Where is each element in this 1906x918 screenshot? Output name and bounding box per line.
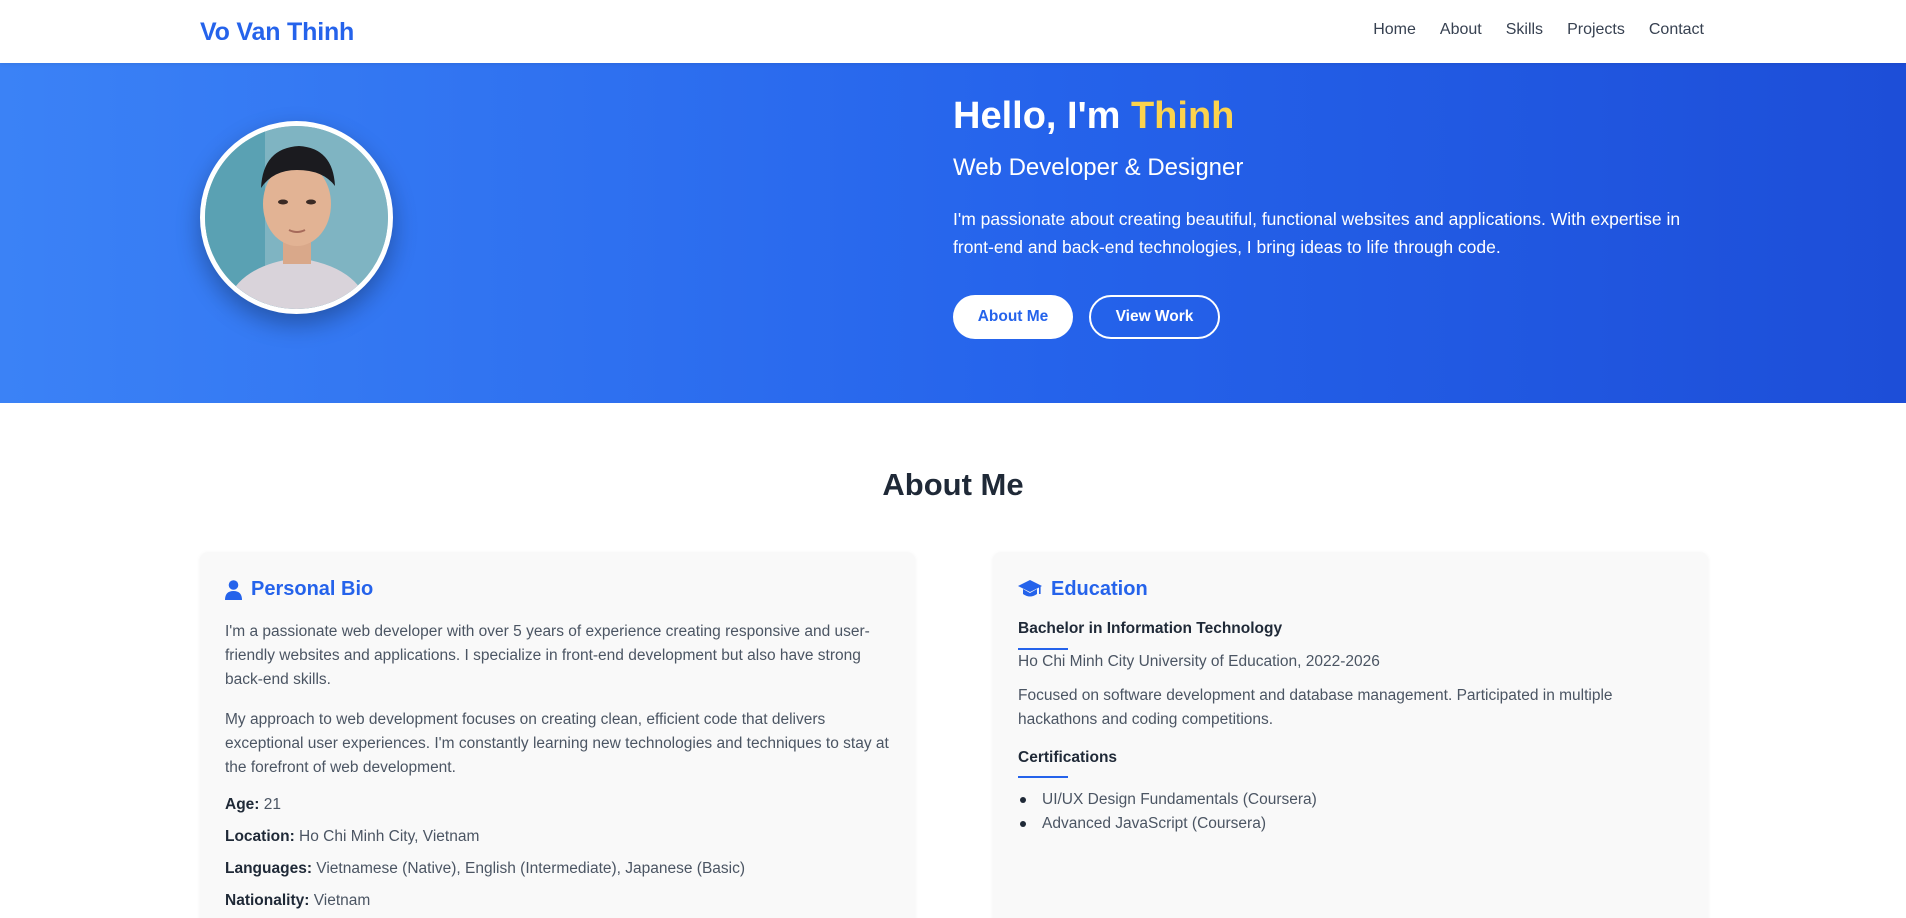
education-school: Ho Chi Minh City University of Education… bbox=[1018, 653, 1380, 670]
bio-paragraph-2: My approach to web development focuses o… bbox=[225, 711, 889, 776]
info-age-value: 21 bbox=[259, 796, 282, 813]
certification-item: UI/UX Design Fundamentals (Coursera) bbox=[1018, 788, 1317, 812]
personal-bio-card: Personal Bio I'm a passionate web develo… bbox=[200, 552, 915, 918]
personal-bio-title: Personal Bio bbox=[251, 578, 374, 600]
education-description: Focused on software development and data… bbox=[1018, 687, 1613, 728]
about-me-button[interactable]: About Me bbox=[953, 295, 1073, 339]
education-title: Education bbox=[1051, 578, 1148, 600]
graduation-cap-icon bbox=[1018, 580, 1042, 597]
avatar-illustration bbox=[205, 126, 388, 309]
bio-paragraph-1: I'm a passionate web developer with over… bbox=[225, 623, 870, 688]
certifications-underline bbox=[1018, 776, 1068, 778]
info-nationality-label: Nationality: bbox=[225, 892, 310, 909]
info-age-label: Age: bbox=[225, 796, 260, 813]
degree-underline bbox=[1018, 648, 1068, 650]
nav-link-home[interactable]: Home bbox=[1373, 21, 1416, 39]
info-location-label: Location: bbox=[225, 828, 295, 845]
bullet-icon bbox=[1020, 821, 1026, 827]
info-location: Location: Ho Chi Minh City, Vietnam bbox=[225, 828, 479, 846]
info-languages-label: Languages: bbox=[225, 860, 312, 877]
nav-link-contact[interactable]: Contact bbox=[1649, 21, 1704, 39]
brand-logo[interactable]: Vo Van Thinh bbox=[200, 18, 354, 47]
hero-subtitle: Web Developer & Designer bbox=[953, 154, 1244, 181]
certification-label: UI/UX Design Fundamentals (Coursera) bbox=[1042, 791, 1317, 808]
certification-item: Advanced JavaScript (Coursera) bbox=[1018, 812, 1317, 836]
personal-bio-heading: Personal Bio bbox=[225, 578, 373, 601]
hero-section: Hello, I'm Thinh Web Developer & Designe… bbox=[0, 63, 1906, 403]
info-nationality-value: Vietnam bbox=[309, 892, 371, 909]
info-age: Age: 21 bbox=[225, 796, 281, 814]
certification-label: Advanced JavaScript (Coursera) bbox=[1042, 815, 1266, 832]
hero-greeting: Hello, I'm bbox=[953, 95, 1131, 137]
hero-description: I'm passionate about creating beautiful,… bbox=[953, 209, 1681, 257]
user-icon bbox=[225, 579, 242, 600]
info-location-value: Ho Chi Minh City, Vietnam bbox=[294, 828, 480, 845]
hero-title: Hello, I'm Thinh bbox=[953, 95, 1234, 138]
education-degree: Bachelor in Information Technology bbox=[1018, 620, 1283, 637]
info-languages-value: Vietnamese (Native), English (Intermedia… bbox=[311, 860, 746, 877]
view-work-button[interactable]: View Work bbox=[1089, 295, 1220, 339]
nav-link-projects[interactable]: Projects bbox=[1567, 21, 1625, 39]
certifications-list: UI/UX Design Fundamentals (Coursera) Adv… bbox=[1018, 788, 1317, 836]
nav-links: Home About Skills Projects Contact bbox=[1349, 21, 1704, 39]
profile-avatar bbox=[200, 121, 393, 314]
bullet-icon bbox=[1020, 797, 1026, 803]
certifications-title: Certifications bbox=[1018, 749, 1118, 766]
navbar: Vo Van Thinh Home About Skills Projects … bbox=[0, 0, 1906, 63]
education-heading: Education bbox=[1018, 578, 1148, 601]
info-languages: Languages: Vietnamese (Native), English … bbox=[225, 860, 745, 878]
hero-name: Thinh bbox=[1130, 95, 1235, 137]
education-card: Education Bachelor in Information Techno… bbox=[993, 552, 1708, 918]
nav-link-skills[interactable]: Skills bbox=[1506, 21, 1543, 39]
nav-link-about[interactable]: About bbox=[1440, 21, 1482, 39]
info-nationality: Nationality: Vietnam bbox=[225, 892, 370, 910]
about-section-title: About Me bbox=[882, 467, 1024, 502]
